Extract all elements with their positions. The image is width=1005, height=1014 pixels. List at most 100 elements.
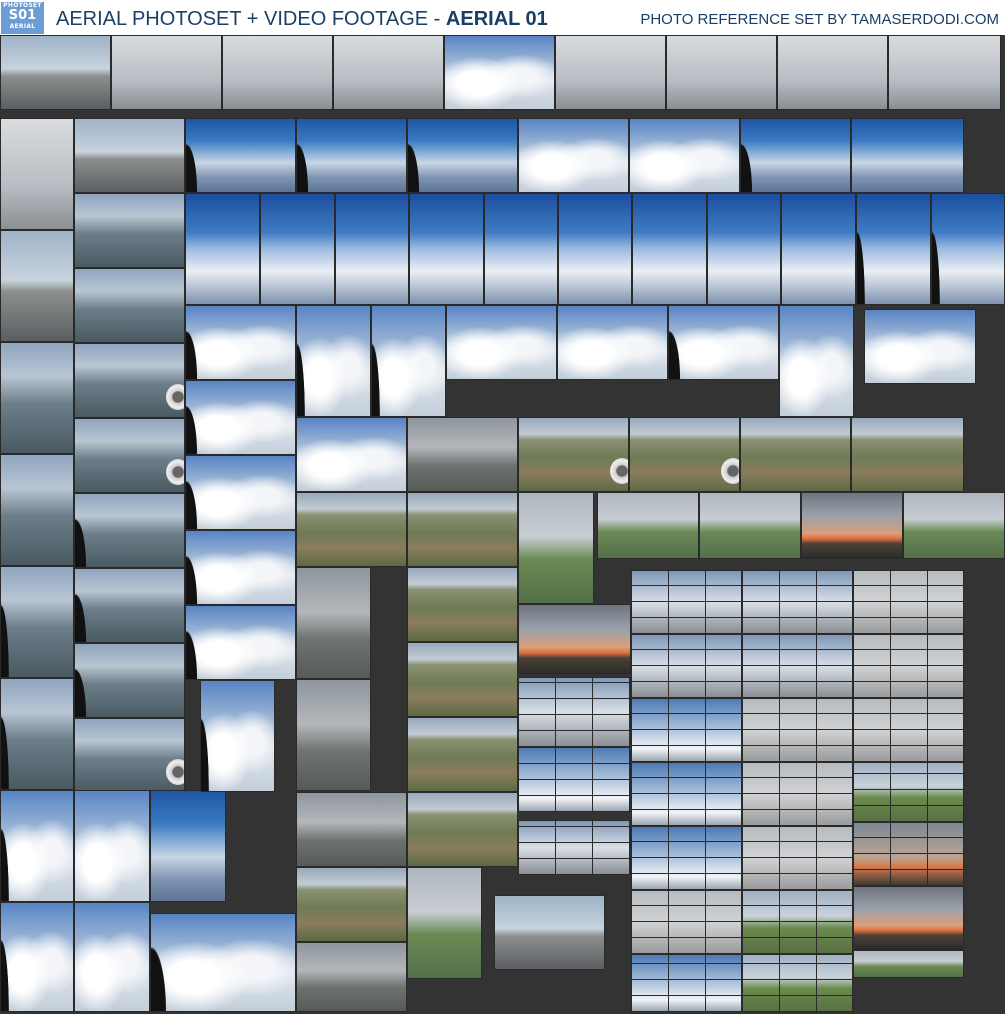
window-frame-shape: [186, 306, 204, 379]
photo-thumbnail: [740, 118, 851, 193]
photo-thumbnail: [222, 35, 333, 110]
photo-thumbnail: [484, 193, 558, 305]
photo-thumbnail: [407, 417, 518, 492]
window-frame-shape: [1, 679, 13, 789]
window-frame-shape: [186, 456, 204, 529]
window-frame-shape: [408, 119, 426, 192]
photo-thumbnail: [0, 902, 74, 1012]
photo-thumbnail: [185, 380, 296, 455]
photo-thumbnail: [150, 913, 296, 1012]
photo-thumbnail: [851, 417, 964, 492]
photo-thumbnail: [0, 230, 74, 342]
engine-shape: [610, 458, 628, 485]
photo-thumbnail: [111, 35, 222, 110]
photo-thumbnail: [801, 492, 903, 559]
photo-thumbnail: [74, 193, 185, 268]
photo-thumbnail: [555, 35, 666, 110]
photo-thumbnail: [185, 455, 296, 530]
photo-thumbnail: [742, 826, 853, 890]
photo-thumbnail: [296, 417, 407, 492]
photo-thumbnail: [777, 35, 888, 110]
photoset-badge-logo: PHOTOSET S01 AERIAL: [1, 2, 44, 34]
photo-thumbnail: [518, 118, 629, 193]
window-frame-shape: [372, 306, 384, 416]
photo-thumbnail: [74, 418, 185, 493]
credit-text: PHOTO REFERENCE SET BY TAMASERDODI.COM: [640, 11, 999, 28]
badge-main-text: S01: [8, 8, 37, 23]
photo-thumbnail: [407, 792, 518, 867]
window-frame-shape: [186, 606, 204, 679]
photo-thumbnail: [296, 679, 371, 791]
window-frame-shape: [741, 119, 759, 192]
photo-thumbnail: [632, 193, 707, 305]
photo-thumbnail: [0, 35, 111, 110]
title-bold: AERIAL 01: [445, 8, 548, 30]
photo-thumbnail: [557, 305, 668, 380]
window-frame-shape: [297, 119, 315, 192]
page-title: AERIAL PHOTOSET + VIDEO FOOTAGE - AERIAL…: [56, 7, 548, 31]
window-frame-shape: [932, 194, 944, 304]
photo-thumbnail: [853, 570, 964, 634]
photo-thumbnail: [494, 895, 605, 970]
photo-thumbnail: [74, 643, 185, 718]
photo-thumbnail: [853, 822, 964, 886]
photo-thumbnail: [407, 492, 518, 567]
photo-thumbnail: [851, 118, 964, 193]
photo-thumbnail: [864, 309, 976, 384]
photo-thumbnail: [407, 717, 518, 792]
photo-thumbnail: [518, 820, 631, 875]
photo-thumbnail: [631, 634, 742, 698]
photo-thumbnail: [185, 530, 296, 605]
photo-thumbnail: [558, 193, 632, 305]
photo-thumbnail: [296, 942, 407, 1012]
window-frame-shape: [75, 569, 93, 642]
window-frame-shape: [857, 194, 869, 304]
photo-thumbnail: [296, 567, 371, 679]
photo-thumbnail: [631, 954, 742, 1012]
photo-thumbnail: [779, 305, 854, 417]
photo-thumbnail: [853, 762, 964, 822]
photo-thumbnail: [742, 762, 853, 826]
photo-thumbnail: [0, 790, 74, 902]
photo-thumbnail: [631, 762, 742, 826]
photo-thumbnail: [74, 568, 185, 643]
photo-thumbnail: [200, 680, 275, 792]
photo-thumbnail: [335, 193, 409, 305]
engine-shape: [721, 458, 739, 485]
photo-thumbnail: [853, 698, 964, 762]
photo-thumbnail: [518, 747, 631, 812]
photo-thumbnail: [407, 867, 482, 979]
photo-thumbnail: [631, 698, 742, 762]
photo-thumbnail: [742, 634, 853, 698]
badge-bottom-text: AERIAL: [9, 23, 36, 30]
photo-thumbnail: [260, 193, 335, 305]
photo-thumbnail: [0, 454, 74, 566]
photo-thumbnail: [444, 35, 555, 110]
photo-thumbnail: [446, 305, 557, 380]
photo-thumbnail: [74, 902, 150, 1012]
photo-thumbnail: [185, 193, 260, 305]
photo-thumbnail: [296, 492, 407, 567]
photo-thumbnail: [407, 642, 518, 717]
header-bar: PHOTOSET S01 AERIAL AERIAL PHOTOSET + VI…: [0, 0, 1005, 35]
photo-thumbnail: [742, 890, 853, 954]
photo-thumbnail: [742, 570, 853, 634]
photo-thumbnail: [296, 792, 407, 867]
engine-shape: [166, 384, 184, 411]
photo-thumbnail: [371, 305, 446, 417]
photo-thumbnail: [668, 305, 779, 380]
photo-thumbnail: [0, 678, 74, 790]
photo-thumbnail: [185, 305, 296, 380]
photo-thumbnail: [699, 492, 801, 559]
photo-thumbnail: [74, 493, 185, 568]
title-main: AERIAL PHOTOSET + VIDEO FOOTAGE -: [56, 8, 446, 30]
photo-thumbnail: [597, 492, 699, 559]
photo-thumbnail: [407, 567, 518, 642]
photo-thumbnail: [74, 343, 185, 418]
photo-thumbnail: [853, 950, 964, 978]
window-frame-shape: [75, 644, 93, 717]
photo-thumbnail: [742, 954, 853, 1012]
window-frame-shape: [669, 306, 687, 379]
photo-thumbnail: [0, 118, 74, 230]
photo-thumbnail: [185, 605, 296, 680]
